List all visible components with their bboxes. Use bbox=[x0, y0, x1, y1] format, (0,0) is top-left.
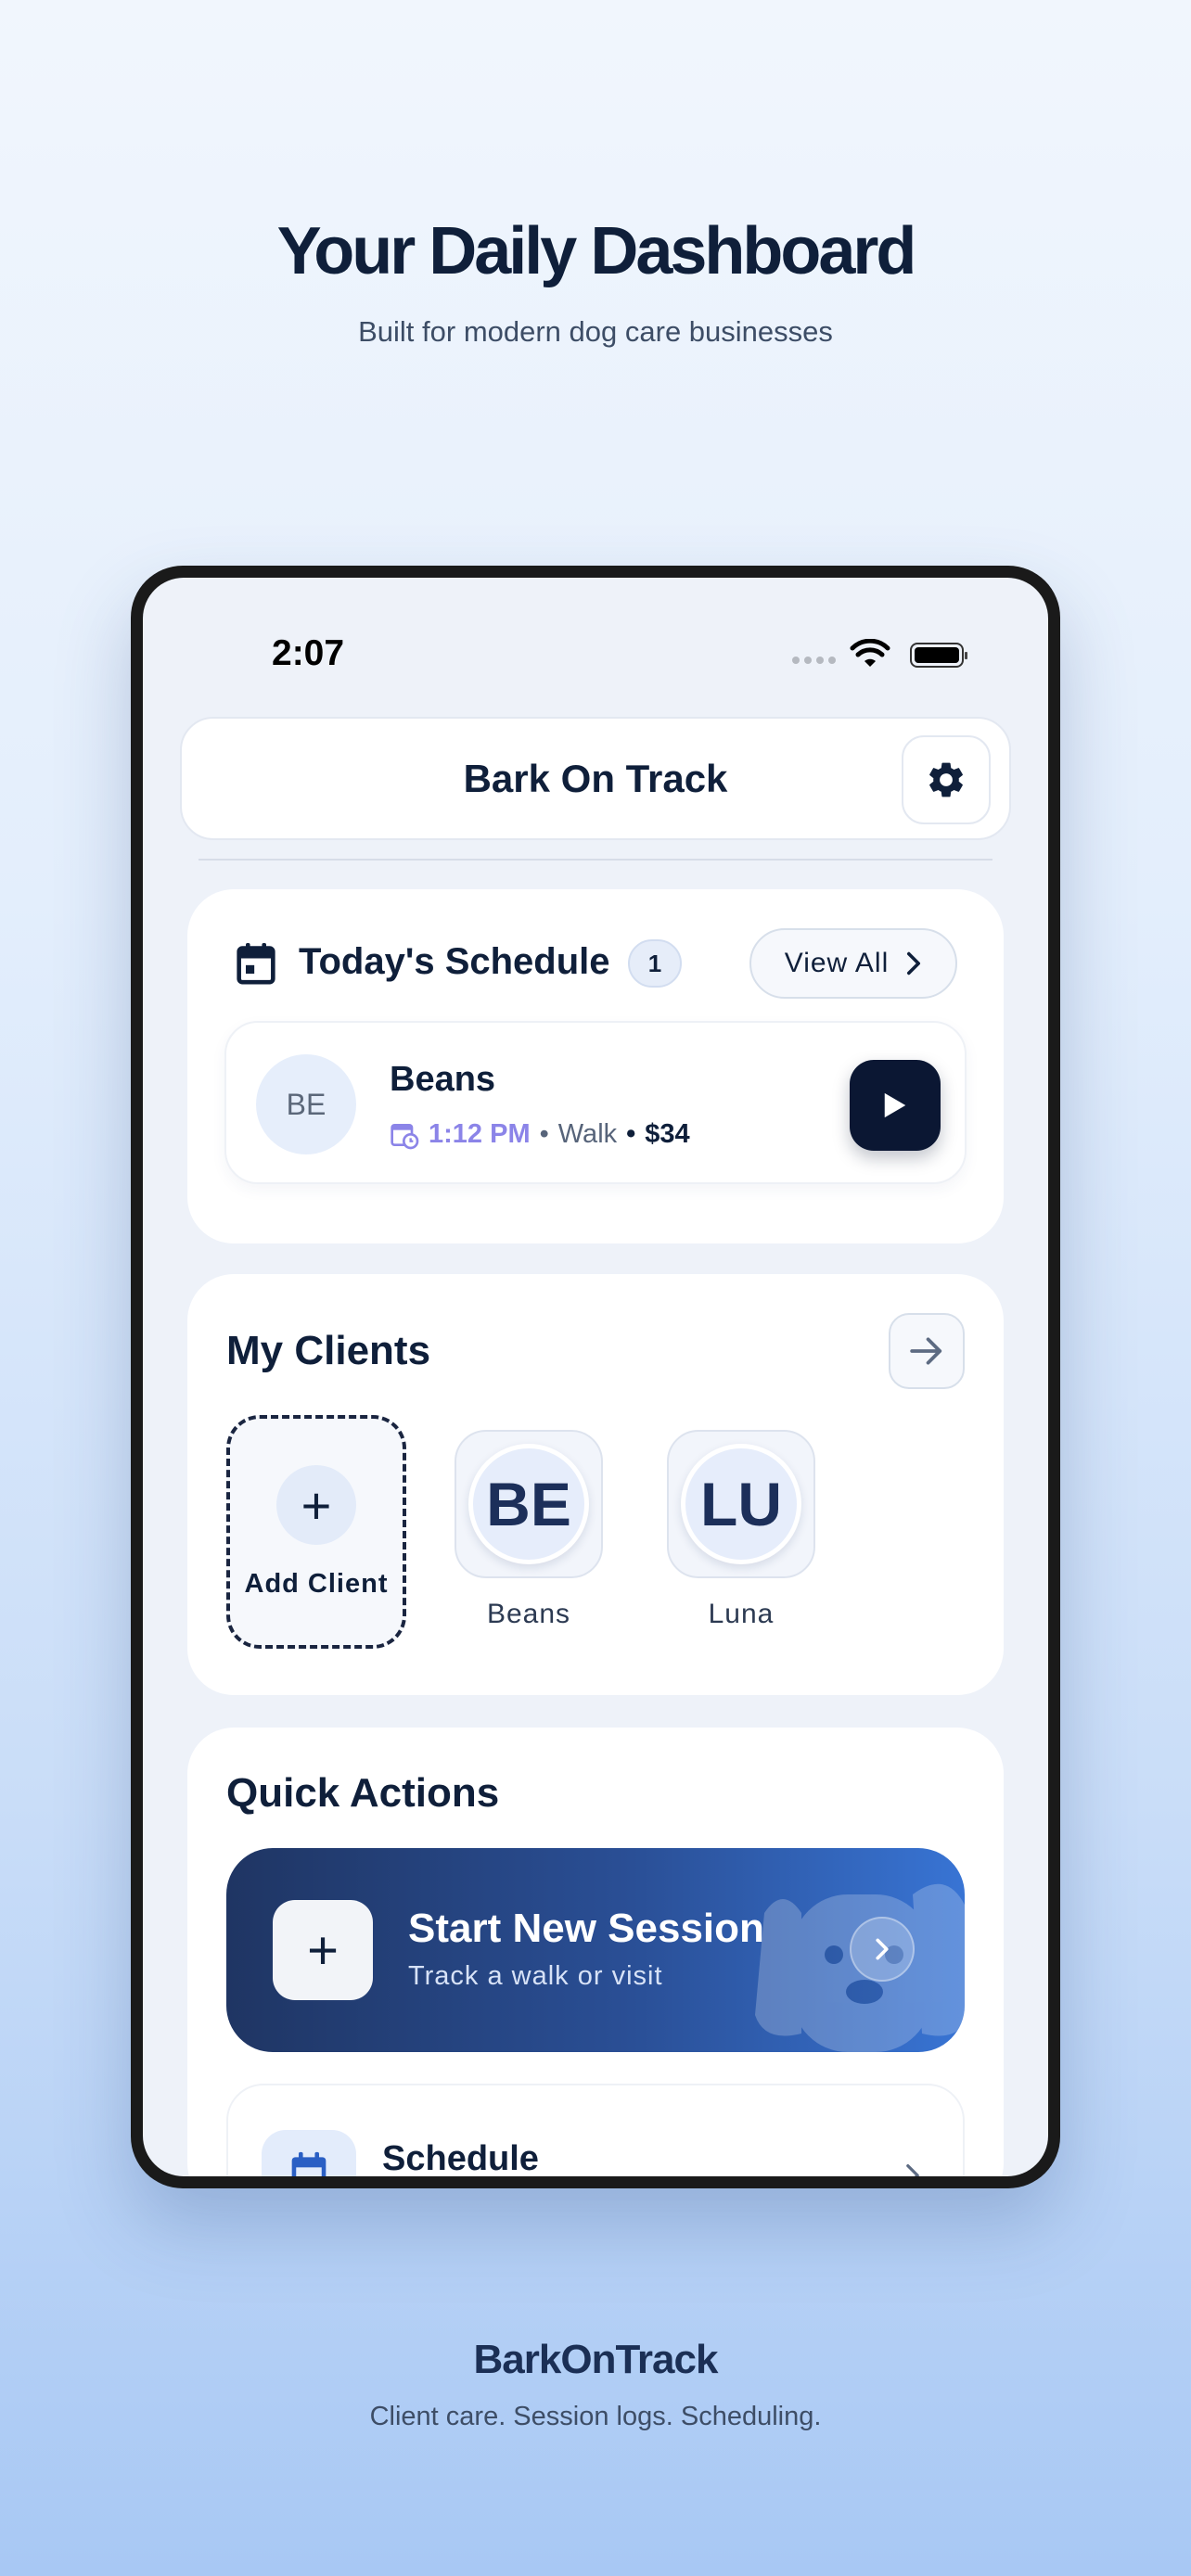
view-all-button[interactable]: View All bbox=[749, 928, 957, 999]
wifi-icon bbox=[850, 639, 890, 667]
entry-service: Walk bbox=[557, 1119, 618, 1149]
hero: Your Daily Dashboard Built for modern do… bbox=[0, 213, 1191, 349]
avatar: BE bbox=[256, 1054, 356, 1154]
app-title: Bark On Track bbox=[463, 756, 728, 800]
plus-icon: + bbox=[276, 1465, 356, 1545]
settings-gear-icon bbox=[929, 762, 963, 797]
play-icon bbox=[884, 1092, 906, 1118]
clients-card: My Clients + Add Client BE Beans LU Luna bbox=[187, 1274, 1004, 1695]
hero-subtitle: Built for modern dog care businesses bbox=[358, 315, 833, 348]
schedule-entry[interactable]: BE Beans 1:12 PM • Walk • $34 bbox=[224, 1021, 967, 1184]
client-avatar-frame: LU bbox=[667, 1430, 815, 1578]
add-client-button[interactable]: + Add Client bbox=[226, 1415, 406, 1649]
start-session-play-button[interactable] bbox=[850, 1060, 941, 1151]
view-all-label: View All bbox=[784, 948, 890, 978]
entry-meta: 1:12 PM • Walk • $34 bbox=[390, 1119, 690, 1150]
quick-actions-heading: Quick Actions bbox=[226, 1770, 500, 1816]
app-header: Bark On Track bbox=[180, 717, 1011, 840]
header-divider bbox=[198, 859, 992, 861]
session-title: Start New Session bbox=[408, 1906, 764, 1951]
entry-price: $34 bbox=[645, 1119, 690, 1149]
status-bar: 2:07 bbox=[143, 633, 1048, 680]
schedule-action-row[interactable]: Schedule bbox=[226, 2084, 965, 2176]
arrow-right-icon bbox=[910, 1337, 942, 1365]
footer-tagline: Client care. Session logs. Scheduling. bbox=[369, 2402, 822, 2431]
calendar-icon bbox=[237, 943, 275, 985]
chevron-right-icon bbox=[907, 951, 921, 976]
add-client-label: Add Client bbox=[244, 1569, 389, 1599]
session-subtitle: Track a walk or visit bbox=[408, 1961, 663, 1991]
client-item[interactable]: LU Luna bbox=[667, 1430, 815, 1630]
battery-icon bbox=[910, 643, 967, 668]
footer-brand: BarkOnTrack bbox=[473, 2337, 719, 2382]
client-name: Beans bbox=[486, 1599, 571, 1629]
meta-separator: • bbox=[539, 1119, 549, 1149]
plus-icon: + bbox=[273, 1900, 373, 2000]
chevron-right-icon bbox=[850, 1917, 915, 1982]
entry-client-name: Beans bbox=[390, 1060, 496, 1099]
client-avatar-frame: BE bbox=[455, 1430, 603, 1578]
entry-time: 1:12 PM bbox=[429, 1119, 531, 1149]
meta-separator: • bbox=[626, 1119, 636, 1149]
calendar-icon bbox=[262, 2130, 356, 2176]
phone-frame: 2:07 Bark On Track Today's Schedule 1 Vi… bbox=[131, 566, 1060, 2188]
clients-heading: My Clients bbox=[226, 1328, 431, 1373]
avatar: LU bbox=[681, 1444, 801, 1564]
hero-title: Your Daily Dashboard bbox=[276, 214, 917, 288]
client-item[interactable]: BE Beans bbox=[455, 1430, 603, 1630]
footer: BarkOnTrack Client care. Session logs. S… bbox=[0, 2337, 1191, 2432]
start-new-session-button[interactable]: + Start New Session Track a walk or visi… bbox=[226, 1848, 965, 2052]
settings-button[interactable] bbox=[902, 735, 991, 824]
phone-screen: 2:07 Bark On Track Today's Schedule 1 Vi… bbox=[143, 578, 1048, 2176]
clients-more-button[interactable] bbox=[889, 1313, 965, 1389]
schedule-count-badge: 1 bbox=[628, 939, 682, 988]
cellular-signal-icon bbox=[792, 657, 836, 664]
schedule-heading: Today's Schedule bbox=[299, 941, 610, 982]
client-name: Luna bbox=[708, 1599, 775, 1629]
calendar-clock-icon bbox=[391, 1123, 419, 1149]
schedule-card: Today's Schedule 1 View All BE Beans 1:1… bbox=[187, 889, 1004, 1243]
status-time: 2:07 bbox=[272, 633, 345, 673]
quick-actions-card: Quick Actions + Start New Session Track … bbox=[187, 1728, 1004, 2176]
schedule-action-label: Schedule bbox=[382, 2139, 539, 2176]
avatar: BE bbox=[468, 1444, 589, 1564]
chevron-right-icon bbox=[906, 2163, 919, 2176]
